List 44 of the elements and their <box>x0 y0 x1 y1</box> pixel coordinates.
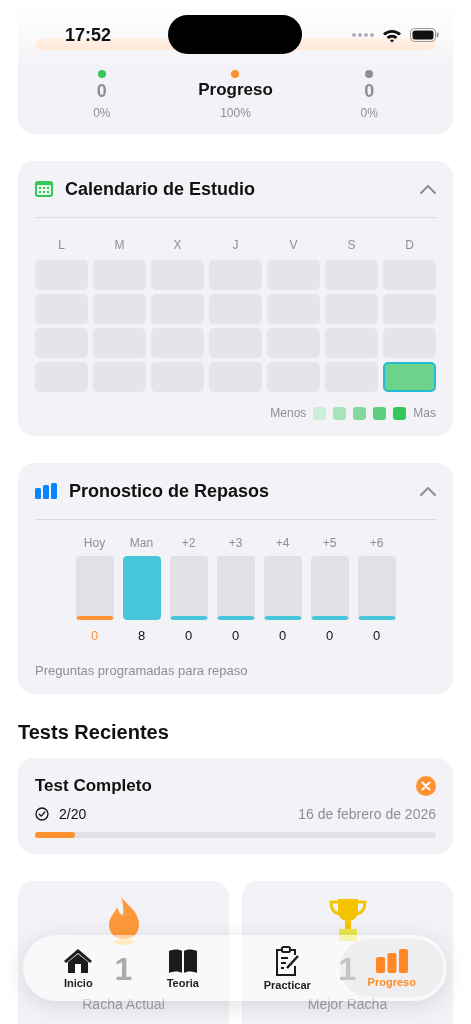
day-label: Hoy <box>83 536 106 550</box>
count-label: 0 <box>325 628 334 643</box>
status-time: 17:52 <box>65 24 112 46</box>
weekday-label: S <box>346 238 357 252</box>
day-label: Man <box>129 536 154 550</box>
streak-label: Mejor Racha <box>307 996 388 1012</box>
test-name: Test Completo <box>35 776 152 796</box>
streak-value: 1 <box>114 951 133 988</box>
stat-value: 0 <box>96 81 107 103</box>
weekday-label: X <box>172 238 183 252</box>
test-score: 2/20 <box>59 806 87 822</box>
day-label: +5 <box>322 536 337 550</box>
stat-value: 0 <box>364 81 375 103</box>
count-label: 0 <box>90 628 99 643</box>
legend-label: Menos <box>270 406 307 420</box>
test-date: 16 de febrero de 2026 <box>298 806 436 822</box>
legend-label: Mas <box>413 406 436 420</box>
tab[interactable]: Practicar <box>235 939 340 997</box>
count-label: 0 <box>278 628 287 643</box>
section-title: Tests Recientes <box>18 721 170 744</box>
weekday-label: V <box>288 238 299 252</box>
count-label: 8 <box>137 628 146 643</box>
count-label: 0 <box>231 628 240 643</box>
weekday-label: M <box>113 238 126 252</box>
streak-value: 1 <box>338 951 357 988</box>
streak-label: Racha Actual <box>82 996 165 1012</box>
stat-percent: 100% <box>220 106 251 120</box>
weekday-label: J <box>231 238 240 252</box>
card-title: Calendario de Estudio <box>65 178 257 200</box>
screen-title: Progreso <box>198 80 273 100</box>
weekday-label: D <box>404 238 415 252</box>
chart-caption: Preguntas programadas para repaso <box>35 662 249 680</box>
count-label: 0 <box>372 628 381 643</box>
day-label: +6 <box>369 536 384 550</box>
test-card[interactable]: Test Completo 2/20 16 de febrero de 2026 <box>18 758 453 854</box>
tab[interactable]: Teoria <box>130 939 235 997</box>
stat-percent: 0% <box>360 106 378 120</box>
stat-percent: 0% <box>93 106 111 120</box>
card-title: Pronostico de Repasos <box>69 480 271 502</box>
day-label: +2 <box>181 536 196 550</box>
day-label: +3 <box>228 536 243 550</box>
weekday-label: L <box>57 238 66 252</box>
count-label: 0 <box>184 628 193 643</box>
day-label: +4 <box>275 536 290 550</box>
